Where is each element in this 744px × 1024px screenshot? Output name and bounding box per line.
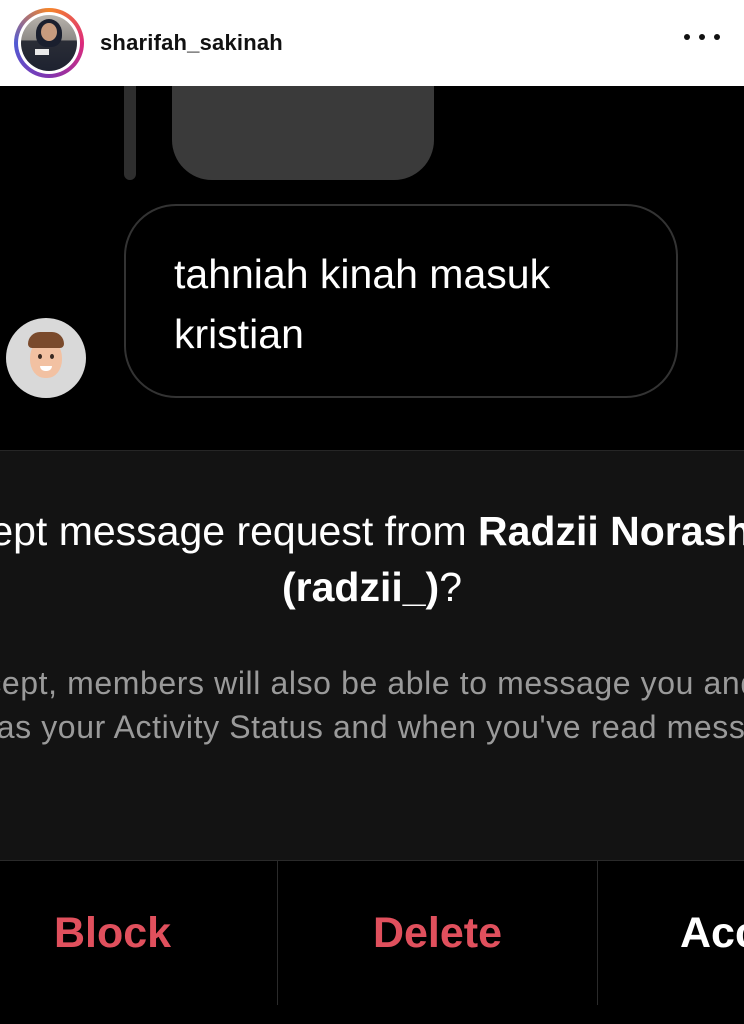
- shared-media-thumbnail[interactable]: [172, 86, 434, 180]
- avatar-lanyard: [35, 49, 49, 55]
- memoji-eye: [50, 354, 54, 359]
- post-header: sharifah_sakinah: [0, 0, 744, 86]
- more-dot: [714, 34, 720, 40]
- username-link[interactable]: sharifah_sakinah: [100, 30, 283, 56]
- delete-button[interactable]: Delete: [278, 861, 598, 1005]
- more-options-icon[interactable]: [684, 30, 720, 44]
- chat-thread: tahniah kinah masuk kristian: [0, 86, 744, 450]
- avatar-face: [41, 23, 57, 41]
- more-dot: [699, 34, 705, 40]
- screen: sharifah_sakinah tahniah kinah masuk kri…: [0, 0, 744, 1024]
- request-description: If you accept, members will also be able…: [0, 665, 744, 745]
- memoji-hair: [28, 332, 64, 348]
- message-request-panel: Accept message request from Radzii Noras…: [0, 450, 744, 861]
- block-button[interactable]: Block: [0, 861, 278, 1005]
- request-title-suffix: ?: [439, 564, 462, 610]
- request-action-bar: Block Delete Accept: [0, 860, 744, 1024]
- avatar-photo: [21, 15, 77, 71]
- reply-indicator: [124, 86, 136, 180]
- message-bubble[interactable]: tahniah kinah masuk kristian: [124, 204, 678, 398]
- sender-avatar[interactable]: [6, 318, 86, 398]
- more-dot: [684, 34, 690, 40]
- request-title: Accept message request from Radzii Noras…: [0, 503, 744, 615]
- memoji-eye: [38, 354, 42, 359]
- message-text: tahniah kinah masuk kristian: [174, 251, 551, 357]
- request-title-prefix: Accept message request from: [0, 508, 467, 554]
- avatar-frame: [18, 12, 80, 74]
- accept-button[interactable]: Accept: [598, 861, 744, 1005]
- profile-avatar[interactable]: [14, 8, 84, 78]
